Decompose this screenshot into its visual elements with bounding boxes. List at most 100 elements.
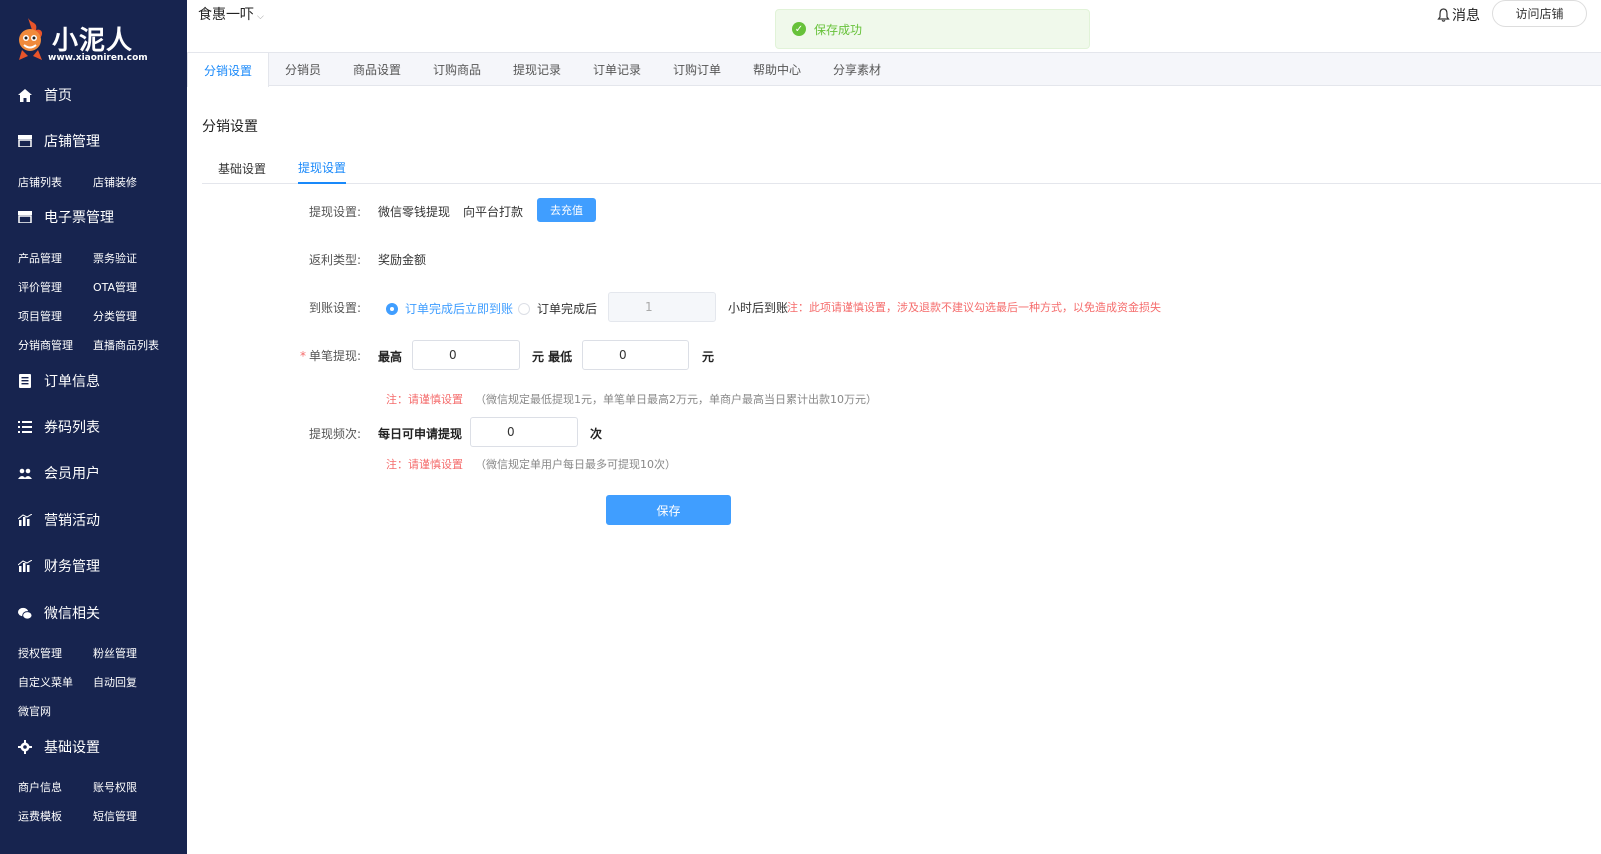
finance-chart-icon [18, 559, 32, 573]
sidebar-item-distributor-mgmt[interactable]: 分销商管理 [18, 337, 73, 353]
sidebar-item-fans-mgmt[interactable]: 粉丝管理 [93, 645, 137, 661]
radio-arrival-delayed-label: 订单完成后 [537, 302, 598, 316]
radio-dot-unchecked [518, 302, 530, 315]
sidebar: 小泥人 www.xiaoniren.com 首页 店铺管理 店铺列表 店铺装修 … [0, 0, 187, 854]
nav-marketing-label: 营销活动 [44, 513, 100, 529]
required-asterisk: * [299, 349, 306, 363]
nav-marketing[interactable]: 营销活动 [0, 505, 187, 535]
nav-basic-settings[interactable]: 基础设置 [0, 732, 187, 762]
nav-basic-settings-label: 基础设置 [44, 740, 100, 756]
single-withdraw-label: * 单笔提现: [281, 347, 361, 364]
sidebar-item-merchant-info[interactable]: 商户信息 [18, 779, 62, 795]
sidebar-item-review-mgmt[interactable]: 评价管理 [18, 279, 62, 295]
tab-distribution-settings[interactable]: 分销设置 [187, 53, 269, 87]
max-label: 最高 [378, 350, 403, 364]
ticket-icon [18, 210, 32, 224]
sidebar-item-product-mgmt[interactable]: 产品管理 [18, 250, 62, 266]
messages-label: 消息 [1452, 8, 1480, 24]
arrival-hours-suffix: 小时后到账 [728, 301, 789, 315]
success-toast: ✓ 保存成功 [775, 9, 1090, 49]
min-amount-input[interactable]: 0 [582, 340, 689, 370]
sidebar-item-custom-menu[interactable]: 自定义菜单 [18, 674, 73, 690]
withdraw-option-platform[interactable]: 向平台打款 [463, 203, 523, 220]
radio-arrival-delayed[interactable]: 订单完成后 [518, 300, 597, 317]
settings-subtabs: 基础设置 提现设置 [202, 152, 1601, 184]
nav-order-info[interactable]: 订单信息 [0, 366, 187, 396]
sidebar-item-store-decor[interactable]: 店铺装修 [93, 174, 137, 190]
store-switcher[interactable]: 食惠一吓 ⌵ [198, 4, 264, 24]
single-withdraw-label-text: 单笔提现: [308, 349, 361, 363]
radio-dot-checked [386, 302, 398, 315]
sidebar-item-auth-mgmt[interactable]: 授权管理 [18, 645, 62, 661]
tab-distributors[interactable]: 分销员 [269, 53, 337, 86]
nav-wechat[interactable]: 微信相关 [0, 598, 187, 628]
subtab-basic-settings[interactable]: 基础设置 [218, 152, 266, 184]
tab-share-materials[interactable]: 分享素材 [817, 53, 897, 86]
daily-withdraw-input[interactable]: 0 [470, 417, 578, 447]
wechat-icon [18, 606, 32, 620]
toast-message: 保存成功 [814, 22, 863, 37]
tab-withdraw-records[interactable]: 提现记录 [497, 53, 577, 86]
brand-name: 小泥人 [52, 26, 134, 56]
save-button[interactable]: 保存 [606, 495, 731, 525]
bar-chart-icon [18, 513, 32, 527]
yuan-min-label: 元 最低 [532, 350, 573, 364]
sidebar-item-live-list[interactable]: 直播商品列表 [93, 337, 159, 353]
tab-product-settings[interactable]: 商品设置 [337, 53, 417, 86]
nav-eticket-mgmt[interactable]: 电子票管理 [0, 202, 187, 232]
store-icon [18, 134, 32, 148]
single-withdraw-hint: （微信规定最低提现1元，单笔单日最高2万元，单商户最高当日累计出款10万元） [475, 393, 877, 406]
tab-help-center[interactable]: 帮助中心 [737, 53, 817, 86]
withdraw-settings-label: 提现设置: [308, 205, 361, 219]
yuan-label: 元 [702, 350, 715, 364]
home-icon [18, 88, 32, 102]
tab-order-records[interactable]: 订单记录 [577, 53, 657, 86]
nav-eticket-label: 电子票管理 [44, 210, 114, 226]
sidebar-item-ticket-verify[interactable]: 票务验证 [93, 250, 137, 266]
messages-link[interactable]: 消息 [1437, 5, 1480, 25]
logo[interactable]: 小泥人 www.xiaoniren.com [14, 14, 154, 66]
mascot-logo-icon [19, 18, 43, 60]
page-title: 分销设置 [202, 119, 258, 135]
nav-coupon-list[interactable]: 券码列表 [0, 412, 187, 442]
nav-members[interactable]: 会员用户 [0, 458, 187, 488]
sidebar-item-project-mgmt[interactable]: 项目管理 [18, 308, 62, 324]
gear-icon [18, 740, 32, 754]
single-note-prefix: 注：请谨慎设置 [386, 393, 463, 406]
check-circle-icon: ✓ [792, 22, 806, 36]
radio-arrival-immediate[interactable]: 订单完成后立即到账 [386, 300, 513, 317]
sidebar-item-account-perm[interactable]: 账号权限 [93, 779, 137, 795]
sidebar-item-freight-tpl[interactable]: 运费模板 [18, 808, 62, 824]
list-icon [18, 420, 32, 434]
withdraw-frequency-hint: （微信规定单用户每日最多可提现10次） [475, 458, 676, 471]
sidebar-item-sms-mgmt[interactable]: 短信管理 [93, 808, 137, 824]
freq-note-prefix: 注：请谨慎设置 [386, 458, 463, 471]
max-amount-input[interactable]: 0 [412, 340, 520, 370]
arrival-hours-input[interactable]: 1 [608, 292, 716, 322]
tab-subscription-orders[interactable]: 订购订单 [657, 53, 737, 86]
store-name: 食惠一吓 [198, 7, 254, 23]
chevron-down-icon: ⌵ [257, 12, 264, 22]
arrival-settings-label: 到账设置: [308, 301, 361, 315]
sidebar-item-ota-mgmt[interactable]: OTA管理 [93, 279, 137, 295]
sidebar-item-store-list[interactable]: 店铺列表 [18, 174, 62, 190]
times-label: 次 [590, 427, 603, 441]
visit-store-button[interactable]: 访问店铺 [1492, 0, 1587, 27]
nav-finance[interactable]: 财务管理 [0, 551, 187, 581]
subtab-withdraw-settings[interactable]: 提现设置 [298, 152, 347, 184]
nav-store-mgmt[interactable]: 店铺管理 [0, 126, 187, 156]
nav-finance-label: 财务管理 [44, 559, 100, 575]
rebate-type-value: 奖励金额 [378, 253, 427, 267]
nav-home[interactable]: 首页 [0, 80, 187, 110]
tab-ordered-products[interactable]: 订购商品 [417, 53, 497, 86]
radio-arrival-immediate-label: 订单完成后立即到账 [405, 302, 514, 316]
nav-wechat-label: 微信相关 [44, 606, 100, 622]
document-icon [18, 374, 32, 388]
withdraw-option-wechat[interactable]: 微信零钱提现 [378, 203, 450, 220]
sidebar-item-category-mgmt[interactable]: 分类管理 [93, 308, 137, 324]
recharge-button[interactable]: 去充值 [537, 198, 596, 222]
sidebar-item-auto-reply[interactable]: 自动回复 [93, 674, 137, 690]
nav-members-label: 会员用户 [44, 466, 100, 482]
nav-coupon-list-label: 券码列表 [44, 420, 100, 436]
sidebar-item-micro-site[interactable]: 微官网 [18, 703, 51, 719]
